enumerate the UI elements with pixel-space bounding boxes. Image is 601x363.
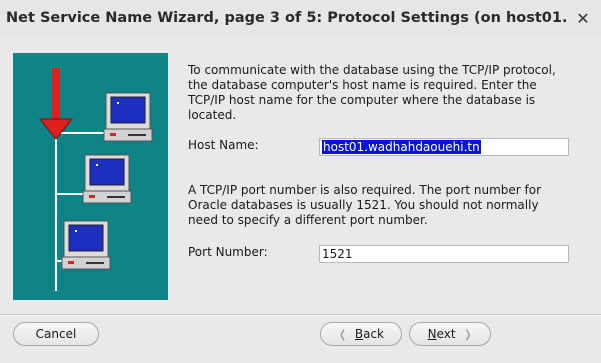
network-computers-graphic (38, 68, 153, 291)
back-mnemonic: B (354, 327, 364, 341)
host-name-field[interactable]: host01.wadhahdaouehi.tn (319, 138, 569, 156)
port-number-label: Port Number: (188, 245, 268, 259)
next-mnemonic: N (427, 327, 437, 341)
port-description: A TCP/IP port number is also required. T… (188, 183, 541, 228)
description-line: TCP/IP host name for the computer where … (188, 93, 536, 107)
description-line: Oracle databases is usually 1521. You sh… (188, 198, 539, 212)
computer-icon (103, 92, 153, 142)
network-illustration (13, 53, 168, 300)
port-number-value: 1521 (322, 247, 353, 261)
port-number-field[interactable]: 1521 (319, 245, 569, 263)
back-label-rest: ack (363, 327, 384, 341)
description-line: located. (188, 108, 237, 122)
title-bar: Net Service Name Wizard, page 3 of 5: Pr… (0, 0, 601, 39)
description-line: To communicate with the database using t… (188, 63, 556, 77)
close-icon[interactable]: ✕ (572, 8, 594, 30)
computer-icon (61, 220, 111, 270)
description-line: the database computer's host name is req… (188, 78, 537, 92)
computer-icon (82, 154, 132, 204)
host-description: To communicate with the database using t… (188, 63, 556, 123)
description-line: need to specify a different port number. (188, 213, 428, 227)
red-down-arrow-icon (38, 68, 74, 140)
chevron-left-icon: ❬ (338, 328, 348, 341)
next-button[interactable]: Next ❭ (409, 322, 491, 346)
host-name-value: host01.wadhahdaouehi.tn (322, 140, 481, 154)
description-line: A TCP/IP port number is also required. T… (188, 183, 542, 197)
window-title: Net Service Name Wizard, page 3 of 5: Pr… (6, 10, 566, 26)
next-label-rest: ext (436, 327, 456, 341)
host-name-label: Host Name: (188, 138, 259, 152)
wizard-dialog: To communicate with the database using t… (0, 38, 601, 363)
button-divider (0, 314, 601, 316)
chevron-right-icon: ❭ (463, 328, 473, 341)
back-button[interactable]: ❬ Back (320, 322, 402, 346)
cancel-button[interactable]: Cancel (13, 322, 99, 346)
